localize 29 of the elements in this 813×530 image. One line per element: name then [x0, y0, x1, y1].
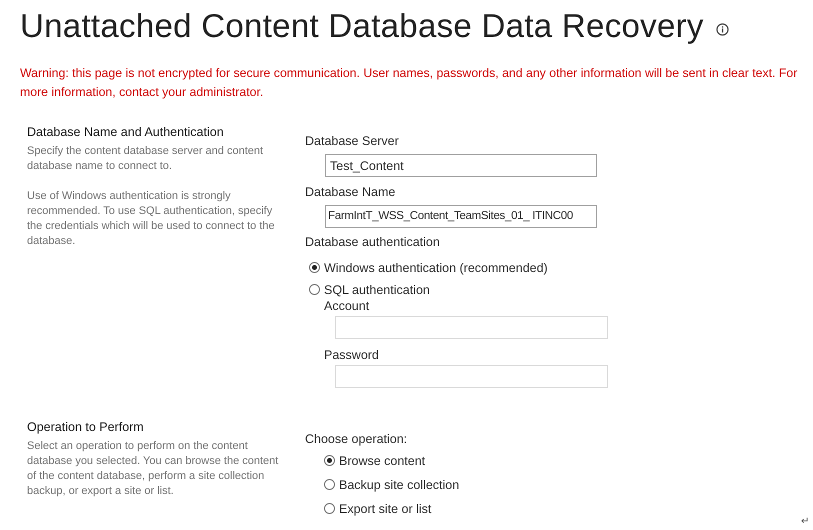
- field-label: Choose operation:: [305, 430, 408, 446]
- info-icon: [716, 22, 729, 36]
- warning-message: Warning: this page is not encrypted for secure communication. User names, passwords, and any other information will be sent in clear text. For more information, contact your administrator.: [20, 65, 798, 101]
- section-heading: Database Name and Authentication: [27, 124, 225, 140]
- database-name-field[interactable]: FarmIntT_WSS_Content_TeamSites_01_ ITINC00: [325, 204, 597, 228]
- radio-label: SQL authentication: [324, 282, 430, 298]
- radio-button[interactable]: [324, 455, 335, 466]
- server-field[interactable]: Test_Content: [325, 154, 597, 177]
- field-label: Database Name: [305, 184, 396, 200]
- field-label: Password: [324, 347, 380, 363]
- section-description: Specify the content database server and content database name to connect to.: [27, 144, 264, 174]
- paragraph-mark: ↵: [801, 515, 809, 529]
- radio-button[interactable]: [309, 262, 320, 273]
- radio-label: Export site or list: [339, 500, 432, 516]
- radio-label: Windows authentication (recommended): [324, 260, 548, 276]
- radio-button[interactable]: [309, 284, 320, 295]
- section-heading: Operation to Perform: [27, 418, 145, 434]
- field-label: Database authentication: [305, 234, 441, 250]
- password-field[interactable]: [335, 365, 608, 388]
- field-label: Database Server: [305, 133, 400, 149]
- page-title: Unattached Content Database Data Recovery: [20, 6, 704, 46]
- radio-label: Backup site collection: [339, 476, 460, 492]
- account-field[interactable]: [335, 316, 608, 338]
- radio-label: Browse content: [339, 452, 426, 468]
- section-description: Use of Windows authentication is strongly recommended. To use SQL authentication, specify the credentials which will be used to connect to the database.: [27, 189, 276, 249]
- section-description: Select an operation to perform on the content database you selected. You can browse the content of the content database, perform a site collection backup, or export a site or list.: [27, 438, 279, 498]
- radio-button[interactable]: [324, 479, 335, 490]
- radio-button[interactable]: [324, 503, 335, 514]
- field-label: Account: [324, 298, 370, 314]
